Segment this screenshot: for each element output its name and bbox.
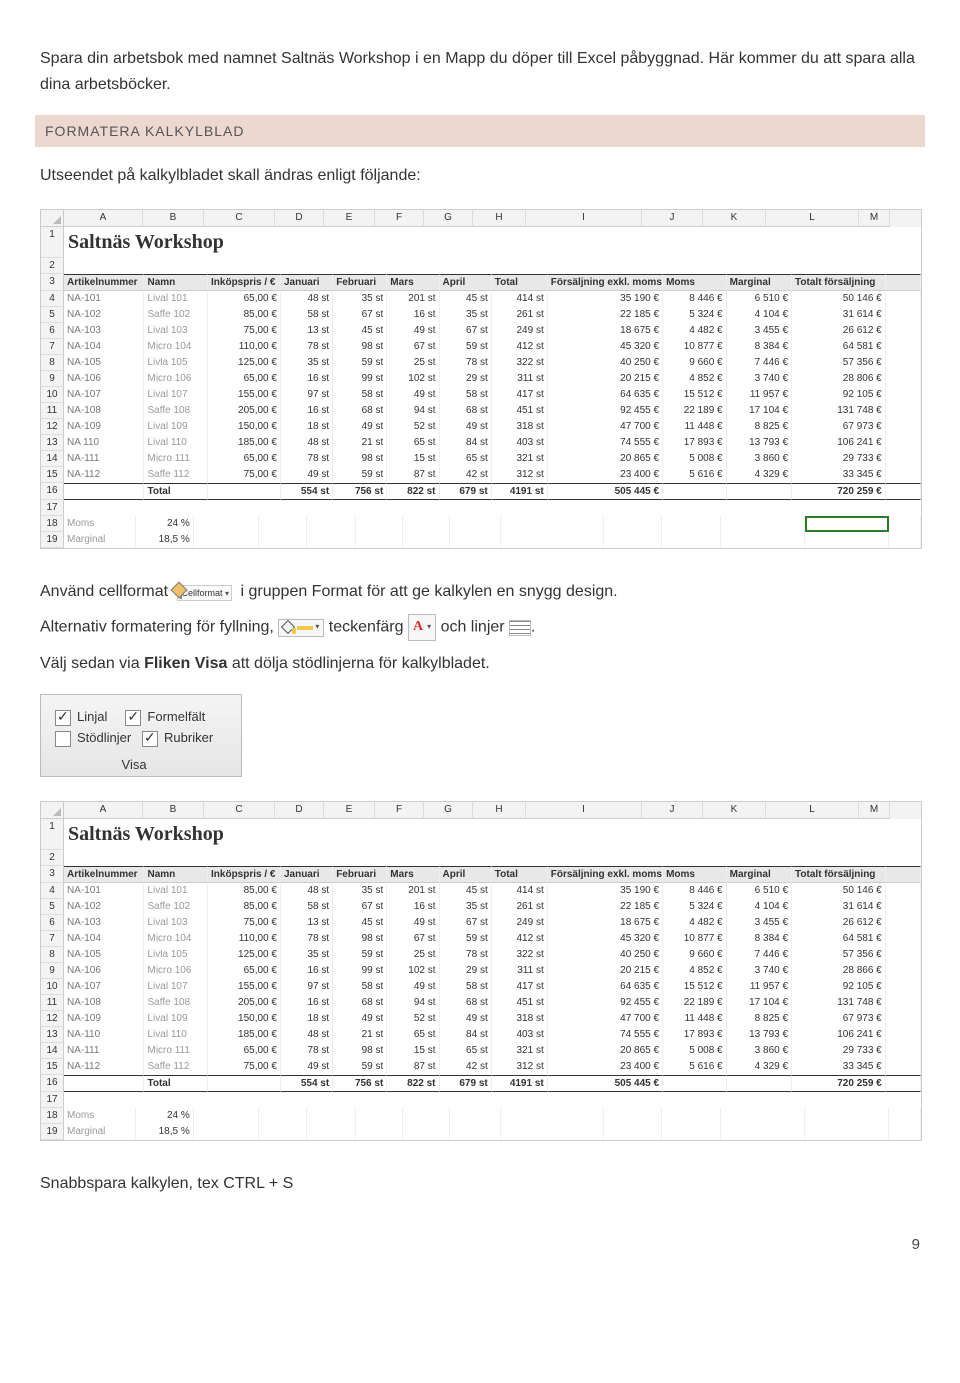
cellformat-icon: Cellformat ▾ [177,579,233,605]
text: teckenfärg [329,619,404,636]
label-formelfalt: Formelfält [147,709,205,724]
label-linjal: Linjal [77,709,107,724]
checkbox-linjal[interactable] [55,710,71,726]
text: och linjer [441,619,505,636]
text: att dölja stödlinjerna för kalkylbladet. [227,655,489,672]
label-rubriker: Rubriker [164,730,213,745]
text: Välj sedan via [40,655,144,672]
borders-icon [509,620,531,636]
footer-instruction: Snabbspara kalkylen, tex CTRL + S [40,1171,920,1197]
instruction-4: Välj sedan via Fliken Visa att dölja stö… [40,651,920,677]
visa-group-title: Visa [55,757,213,772]
checkbox-formelfalt[interactable] [125,710,141,726]
section-header: FORMATERA KALKYLBLAD [35,115,925,147]
checkbox-stodlinjer[interactable] [55,731,71,747]
text-bold: Fliken Visa [144,655,227,672]
text: Alternativ formatering för fyllning, [40,619,274,636]
label-stodlinjer: Stödlinjer [77,730,131,745]
spreadsheet-2: ABCDEFGHIJKLM1Saltnäs Workshop23Artikeln… [40,801,922,1141]
instruction-3: Alternativ formatering för fyllning, ▾ t… [40,614,920,640]
checkbox-rubriker[interactable] [142,731,158,747]
intro-text: Spara din arbetsbok med namnet Saltnäs W… [40,46,920,97]
font-color-icon: A▾ [408,614,436,640]
instruction-1: Utseendet på kalkylbladet skall ändras e… [40,163,920,189]
text: . [531,619,535,636]
spreadsheet-1: ABCDEFGHIJKLM1Saltnäs Workshop23Artikeln… [40,209,922,549]
instruction-2: Använd cellformat Cellformat ▾ i gruppen… [40,579,920,605]
text: i gruppen Format för att ge kalkylen en … [241,583,618,600]
fill-color-icon: ▾ [278,619,324,637]
page-number: 9 [40,1236,920,1253]
visa-ribbon-group: Linjal Formelfält Stödlinjer Rubriker Vi… [40,694,242,776]
text: Använd cellformat [40,583,168,600]
